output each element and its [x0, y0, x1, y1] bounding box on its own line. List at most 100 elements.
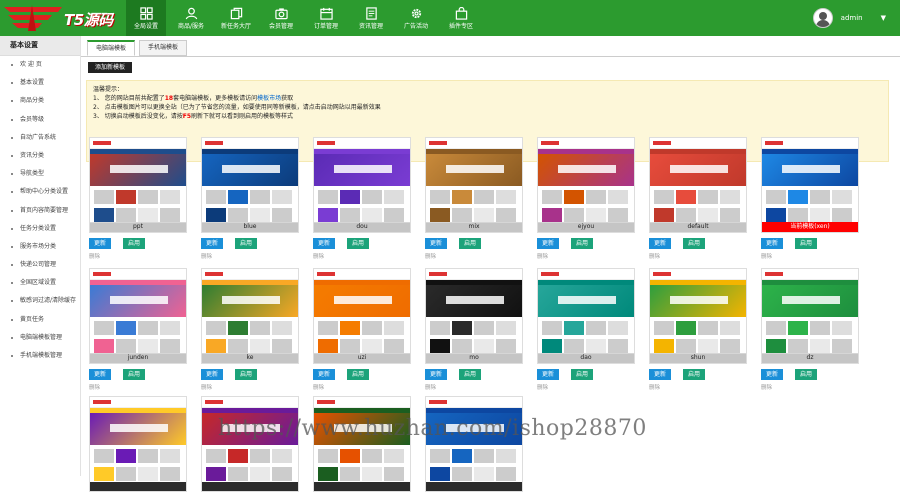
sidebar-item[interactable]: 会员等级: [0, 111, 80, 129]
sidebar-item[interactable]: 快递公司管理: [0, 256, 80, 274]
delete-link[interactable]: 删除: [425, 383, 523, 391]
delete-link[interactable]: 删除: [313, 383, 411, 391]
nav-item-5[interactable]: 资讯管理: [351, 0, 391, 36]
template-thumbnail[interactable]: ke: [201, 268, 299, 364]
notice-text: 2、 点击模板图片可以更换全站（已为了节省您的流量，如要使用同等新模板，请点击启…: [93, 104, 381, 111]
template-thumbnail[interactable]: mo: [425, 268, 523, 364]
user-name[interactable]: admin: [841, 14, 863, 22]
template-thumbnail[interactable]: blue: [201, 137, 299, 233]
template-market-link[interactable]: 模板市场: [257, 95, 281, 102]
add-template-button[interactable]: 添加新模板: [88, 62, 133, 73]
enable-button[interactable]: 启用: [347, 369, 370, 380]
update-button[interactable]: 更新: [537, 369, 560, 380]
update-button[interactable]: 更新: [425, 369, 448, 380]
enable-button[interactable]: 启用: [683, 369, 706, 380]
template-thumbnail[interactable]: [313, 396, 411, 492]
update-button[interactable]: 更新: [313, 238, 336, 249]
nav-item-label: 会员管理: [268, 22, 293, 30]
sidebar-item[interactable]: 敏感词过滤/清除缓存: [0, 292, 80, 310]
update-button[interactable]: 更新: [761, 369, 784, 380]
delete-link[interactable]: 删除: [425, 252, 523, 260]
template-thumbnail[interactable]: default: [649, 137, 747, 233]
delete-link[interactable]: 删除: [537, 252, 635, 260]
update-button[interactable]: 更新: [537, 238, 560, 249]
template-thumbnail[interactable]: [425, 396, 523, 492]
chevron-down-icon[interactable]: ▼: [881, 14, 886, 22]
enable-button[interactable]: 启用: [123, 369, 146, 380]
enable-button[interactable]: 启用: [123, 238, 146, 249]
enable-button[interactable]: 启用: [795, 369, 818, 380]
sidebar-item[interactable]: 服务市场分类: [0, 238, 80, 256]
template-thumbnail[interactable]: [89, 396, 187, 492]
update-button[interactable]: 更新: [761, 238, 784, 249]
sidebar-item[interactable]: 欢 迎 页: [0, 56, 80, 74]
delete-link[interactable]: 删除: [313, 252, 411, 260]
delete-link[interactable]: 删除: [649, 252, 747, 260]
sidebar-item[interactable]: 黄页任务: [0, 311, 80, 329]
sidebar-item[interactable]: 商品分类: [0, 92, 80, 110]
enable-button[interactable]: 启用: [235, 369, 258, 380]
update-button[interactable]: 更新: [201, 369, 224, 380]
update-button[interactable]: 更新: [649, 369, 672, 380]
delete-link[interactable]: 删除: [649, 383, 747, 391]
sidebar-item[interactable]: 任务分类设置: [0, 220, 80, 238]
sidebar-item[interactable]: 资讯分类: [0, 147, 80, 165]
sidebar-item[interactable]: 手机端模板管理: [0, 347, 80, 365]
template-thumbnail[interactable]: dz: [761, 268, 859, 364]
enable-button[interactable]: 启用: [235, 238, 258, 249]
nav-item-2[interactable]: 新任务大厅: [216, 0, 256, 36]
template-thumbnail[interactable]: 当前模板(xen): [761, 137, 859, 233]
template-thumbnail[interactable]: [201, 396, 299, 492]
template-thumbnail[interactable]: mix: [425, 137, 523, 233]
avatar[interactable]: [812, 8, 833, 28]
tab-1[interactable]: 手机端模板: [139, 40, 188, 56]
delete-link[interactable]: 删除: [89, 383, 187, 391]
delete-link[interactable]: 删除: [761, 383, 859, 391]
sidebar-item[interactable]: 帮助中心分类设置: [0, 183, 80, 201]
enable-button[interactable]: 启用: [459, 369, 482, 380]
template-thumbnail[interactable]: junden: [89, 268, 187, 364]
template-thumbnail[interactable]: uzi: [313, 268, 411, 364]
delete-link[interactable]: 删除: [89, 252, 187, 260]
sidebar-item[interactable]: 全国区域设置: [0, 274, 80, 292]
notice-text: 刷新下就可以看到刚启用的模板等样式: [191, 113, 294, 120]
nav-item-1[interactable]: 商品/服务: [171, 0, 211, 36]
tab-0[interactable]: 电脑端模板: [87, 40, 136, 56]
delete-link[interactable]: 删除: [201, 383, 299, 391]
nav-item-7[interactable]: 插件专区: [441, 0, 481, 36]
template-thumbnail[interactable]: dou: [313, 137, 411, 233]
delete-link[interactable]: 删除: [201, 252, 299, 260]
update-button[interactable]: 更新: [649, 238, 672, 249]
sidebar-item[interactable]: 导航类型: [0, 165, 80, 183]
template-thumbnail[interactable]: ppt: [89, 137, 187, 233]
update-button[interactable]: 更新: [89, 369, 112, 380]
enable-button[interactable]: 启用: [795, 238, 818, 249]
user-menu[interactable]: admin ▼: [812, 8, 886, 28]
tab-bar: 电脑端模板 手机端模板: [87, 40, 191, 56]
update-button[interactable]: 更新: [89, 238, 112, 249]
enable-button[interactable]: 启用: [347, 238, 370, 249]
nav-item-0[interactable]: 全局设置: [126, 0, 166, 36]
nav-item-6[interactable]: 广告活动: [396, 0, 436, 36]
nav-item-4[interactable]: 订单管理: [306, 0, 346, 36]
sidebar-item[interactable]: 基本设置: [0, 74, 80, 92]
update-button[interactable]: 更新: [201, 238, 224, 249]
update-button[interactable]: 更新: [425, 238, 448, 249]
nav-item-3[interactable]: 会员管理: [261, 0, 301, 36]
delete-link[interactable]: 删除: [537, 383, 635, 391]
logo[interactable]: T5源码: [2, 3, 130, 33]
enable-button[interactable]: 启用: [571, 238, 594, 249]
sidebar-item[interactable]: 电脑端模板管理: [0, 329, 80, 347]
template-name: dou: [314, 222, 410, 232]
enable-button[interactable]: 启用: [571, 369, 594, 380]
enable-button[interactable]: 启用: [683, 238, 706, 249]
template-thumbnail[interactable]: shun: [649, 268, 747, 364]
sidebar-item[interactable]: 自动广告系统: [0, 129, 80, 147]
template-thumbnail[interactable]: ejyou: [537, 137, 635, 233]
enable-button[interactable]: 启用: [459, 238, 482, 249]
template-name: uzi: [314, 353, 410, 363]
delete-link[interactable]: 删除: [761, 252, 859, 260]
sidebar-item[interactable]: 首页内容简要管理: [0, 202, 80, 220]
update-button[interactable]: 更新: [313, 369, 336, 380]
template-thumbnail[interactable]: dao: [537, 268, 635, 364]
